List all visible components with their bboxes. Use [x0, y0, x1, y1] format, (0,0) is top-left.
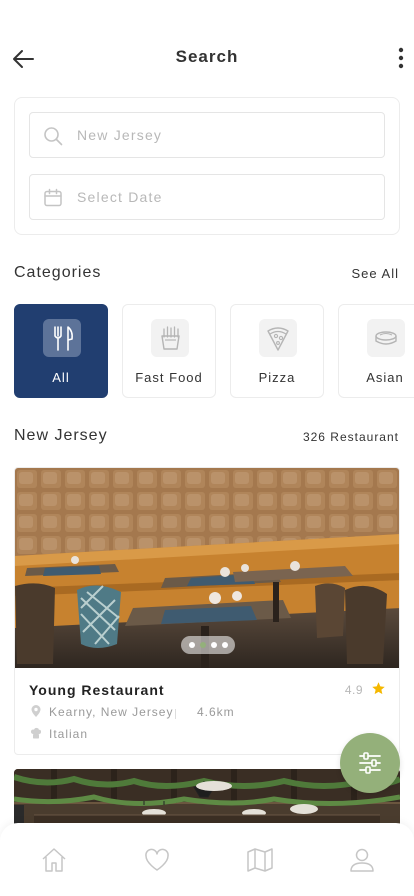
categories-list: All Fast Food Pizza Asian	[14, 304, 414, 398]
category-label: Pizza	[258, 370, 296, 385]
photo-carousel-indicator[interactable]	[181, 636, 235, 654]
utensils-icon	[54, 326, 73, 351]
restaurant-card[interactable]: Young Restaurant 4.9 Kearny, New Jersey …	[14, 467, 400, 755]
star-icon	[372, 682, 385, 695]
pizza-icon	[267, 327, 289, 351]
carousel-dot[interactable]	[211, 642, 217, 648]
search-icon	[44, 127, 63, 146]
restaurant-photo	[15, 468, 399, 668]
category-pizza[interactable]: Pizza	[230, 304, 324, 398]
more-button[interactable]	[394, 46, 408, 70]
location-search-input[interactable]: New Jersey	[29, 112, 385, 158]
restaurant-rating: 4.9	[344, 683, 363, 697]
location-placeholder: New Jersey	[77, 127, 163, 143]
location-text: Kearny, New Jersey	[49, 705, 174, 719]
header: Search	[0, 0, 414, 100]
fries-icon	[161, 326, 180, 350]
filter-button[interactable]	[340, 733, 400, 793]
category-label: All	[52, 370, 70, 385]
heart-icon	[145, 848, 169, 871]
map-pin-icon	[31, 705, 41, 717]
carousel-dot-active[interactable]	[200, 642, 206, 648]
restaurant-name: Young Restaurant	[29, 682, 165, 698]
cuisine-text: Italian	[49, 727, 89, 741]
date-picker-input[interactable]: Select Date	[29, 174, 385, 220]
tab-map[interactable]	[245, 845, 275, 875]
category-label: Fast Food	[135, 370, 203, 385]
carousel-dot[interactable]	[189, 642, 195, 648]
tab-favorites[interactable]	[142, 845, 172, 875]
category-all[interactable]: All	[14, 304, 108, 398]
home-icon	[42, 848, 66, 872]
more-vertical-icon	[398, 47, 404, 69]
chef-hat-icon	[30, 727, 42, 739]
sushi-icon	[375, 331, 397, 345]
carousel-dot[interactable]	[222, 642, 228, 648]
tab-profile[interactable]	[347, 845, 377, 875]
restaurant-distance: 4.6km	[197, 705, 235, 719]
categories-title: Categories	[14, 264, 102, 281]
search-card: New Jersey Select Date	[14, 97, 400, 235]
results-title: New Jersey	[14, 427, 108, 444]
see-all-link[interactable]: See All	[352, 266, 399, 281]
tab-home[interactable]	[39, 845, 69, 875]
bottom-tab-bar	[0, 823, 414, 896]
filter-sliders-icon	[359, 752, 381, 774]
results-count: 326 Restaurant	[302, 430, 399, 444]
meta-divider	[175, 709, 176, 719]
category-fast-food[interactable]: Fast Food	[122, 304, 216, 398]
page-title: Search	[175, 47, 239, 66]
map-icon	[247, 848, 273, 872]
category-label: Asian	[366, 370, 404, 385]
calendar-icon	[44, 188, 62, 207]
user-icon	[350, 848, 374, 872]
category-asian[interactable]: Asian	[338, 304, 414, 398]
date-placeholder: Select Date	[77, 189, 163, 205]
